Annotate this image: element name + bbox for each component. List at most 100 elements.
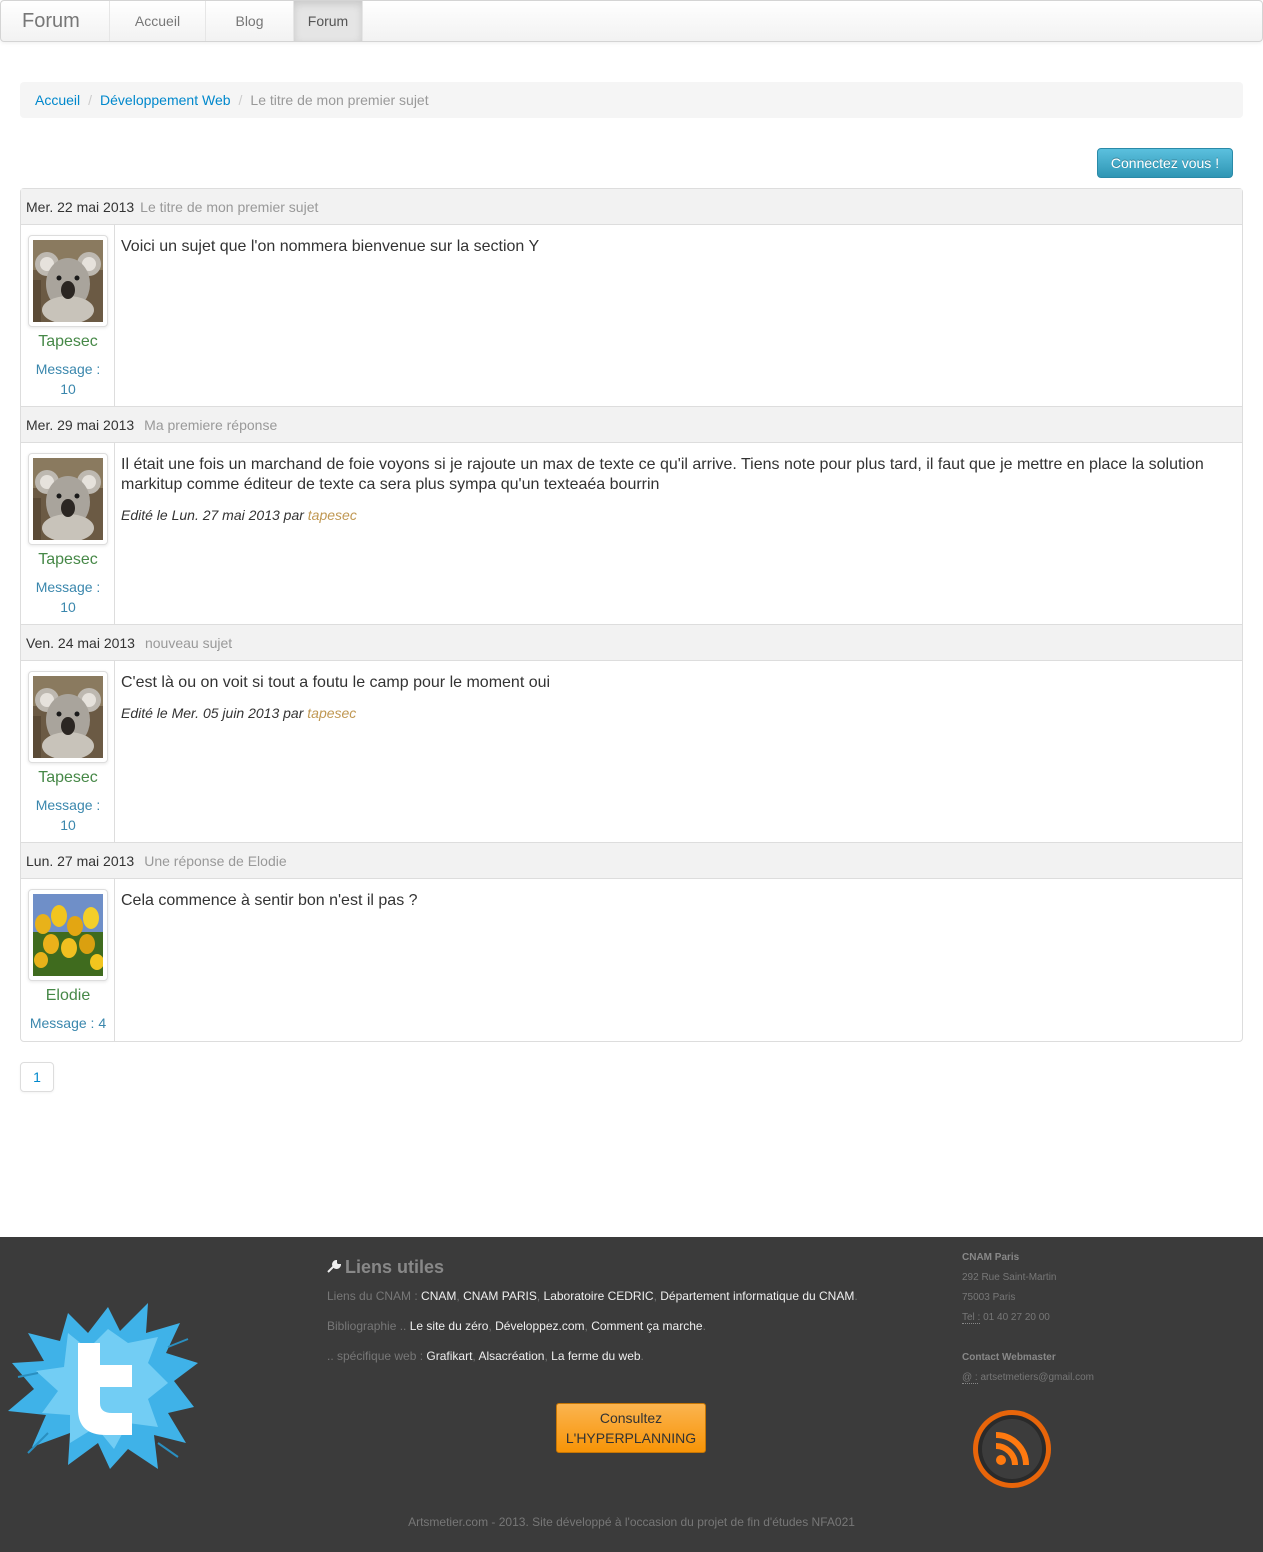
author-column: Tapesec Message : 10 bbox=[21, 443, 115, 624]
posts-table: Mer. 22 mai 2013 Le titre de mon premier … bbox=[20, 188, 1243, 1042]
koala-avatar-icon bbox=[33, 676, 103, 758]
nav-accueil[interactable]: Accueil bbox=[109, 1, 205, 41]
links-line-web: .. spécifique web : Grafikart, Alsacréat… bbox=[327, 1349, 644, 1363]
contact-city: 75003 Paris bbox=[962, 1292, 1016, 1303]
post-text: Cela commence à sentir bon n'est il pas … bbox=[121, 892, 418, 909]
edited-note: Edité le Mer. 05 juin 2013 par tapesec bbox=[121, 703, 1234, 723]
author-name[interactable]: Elodie bbox=[21, 987, 115, 1005]
nav-blog[interactable]: Blog bbox=[205, 1, 293, 41]
message-count: Message : 10 bbox=[27, 577, 109, 617]
email-link[interactable]: artsetmetiers@gmail.com bbox=[981, 1372, 1095, 1383]
link-cnam-paris[interactable]: CNAM PARIS bbox=[463, 1289, 537, 1303]
message-label: Message : bbox=[35, 361, 101, 377]
post-date: Mer. 22 mai 2013 bbox=[26, 199, 135, 215]
wrench-icon bbox=[327, 1259, 342, 1273]
avatar[interactable] bbox=[28, 235, 108, 327]
tel-label: Tel : bbox=[962, 1312, 981, 1324]
message-label: Message : bbox=[35, 579, 101, 595]
message-label: Message : bbox=[35, 797, 101, 813]
message-number: 10 bbox=[60, 817, 76, 833]
link-cnam[interactable]: CNAM bbox=[421, 1289, 456, 1303]
links-suffix: . bbox=[702, 1319, 706, 1333]
link-site-du-zero[interactable]: Le site du zéro bbox=[410, 1319, 489, 1333]
author-column: Tapesec Message : 10 bbox=[21, 661, 115, 842]
post-title: Le titre de mon premier sujet bbox=[140, 199, 319, 215]
avatar[interactable] bbox=[28, 671, 108, 763]
post-content: C'est là ou on voit si tout a foutu le c… bbox=[121, 673, 1234, 723]
hyperplanning-line2: L'HYPERPLANNING bbox=[565, 1430, 697, 1446]
post-title: nouveau sujet bbox=[144, 635, 233, 651]
contact-webmaster-title: Contact Webmaster bbox=[962, 1352, 1056, 1363]
link-grafikart[interactable]: Grafikart bbox=[426, 1349, 472, 1363]
link-alsacreation[interactable]: Alsacréation bbox=[478, 1349, 544, 1363]
links-suffix: . bbox=[854, 1289, 858, 1303]
contact-tel: Tel : 01 40 27 20 00 bbox=[962, 1312, 1050, 1324]
links-prefix: Liens du CNAM : bbox=[327, 1289, 418, 1303]
link-developpez[interactable]: Développez.com bbox=[495, 1319, 584, 1333]
post-body: Tapesec Message : 10 Il était une fois u… bbox=[21, 443, 1242, 625]
twitter-logo[interactable] bbox=[8, 1303, 198, 1469]
post-header: Lun. 27 mai 2013 Une réponse de Elodie bbox=[21, 843, 1242, 879]
hyperplanning-line1: Consultez bbox=[599, 1410, 663, 1426]
koala-avatar-icon bbox=[33, 458, 103, 540]
author-name[interactable]: Tapesec bbox=[21, 769, 115, 787]
author-column: Tapesec Message : 10 bbox=[21, 225, 115, 406]
author-column: Elodie Message : 4 bbox=[21, 879, 115, 1041]
link-cedric[interactable]: Laboratoire CEDRIC bbox=[544, 1289, 654, 1303]
nav-forum[interactable]: Forum bbox=[293, 1, 363, 41]
message-count: Message : 10 bbox=[27, 359, 109, 399]
author-name[interactable]: Tapesec bbox=[21, 551, 115, 569]
post-title: Ma premiere réponse bbox=[144, 417, 278, 433]
message-number: 4 bbox=[98, 1015, 107, 1031]
copyright: Artsmetier.com - 2013. Site développé à … bbox=[408, 1515, 855, 1529]
message-number: 10 bbox=[60, 381, 76, 397]
edited-prefix: Edité le Lun. 27 mai 2013 par bbox=[121, 507, 304, 523]
post-title: Une réponse de Elodie bbox=[144, 853, 287, 869]
post-header: Ven. 24 mai 2013 nouveau sujet bbox=[21, 625, 1242, 661]
editor-link[interactable]: tapesec bbox=[307, 705, 356, 721]
avatar[interactable] bbox=[28, 889, 108, 981]
message-count: Message : 10 bbox=[27, 795, 109, 835]
koala-avatar-icon bbox=[33, 240, 103, 322]
contact-org: CNAM Paris bbox=[962, 1252, 1020, 1263]
post-header: Mer. 29 mai 2013 Ma premiere réponse bbox=[21, 407, 1242, 443]
links-prefix: Bibliographie .. bbox=[327, 1319, 407, 1333]
contact-street: 292 Rue Saint-Martin bbox=[962, 1272, 1057, 1283]
link-comment-ca-marche[interactable]: Comment ça marche bbox=[591, 1319, 702, 1333]
links-title: Liens utiles bbox=[327, 1257, 444, 1278]
links-suffix: . bbox=[640, 1349, 644, 1363]
brand[interactable]: Forum bbox=[22, 10, 80, 33]
breadcrumb: Accueil / Développement Web / Le titre de mo… bbox=[20, 82, 1243, 118]
links-prefix: .. spécifique web : bbox=[327, 1349, 424, 1363]
login-button[interactable]: Connectez vous ! bbox=[1097, 148, 1233, 178]
post-text: C'est là ou on voit si tout a foutu le c… bbox=[121, 674, 551, 691]
edited-note: Edité le Lun. 27 mai 2013 par tapesec bbox=[121, 505, 1234, 525]
post-body: Tapesec Message : 10 C'est là ou on voit… bbox=[21, 661, 1242, 843]
link-ferme-du-web[interactable]: La ferme du web bbox=[551, 1349, 640, 1363]
email-label: @ : bbox=[962, 1372, 978, 1384]
contact-email: @ : artsetmetiers@gmail.com bbox=[962, 1372, 1095, 1384]
post-date: Lun. 27 mai 2013 bbox=[26, 853, 135, 869]
avatar[interactable] bbox=[28, 453, 108, 545]
post-date: Ven. 24 mai 2013 bbox=[26, 635, 135, 651]
top-navbar: Forum Accueil Blog Forum bbox=[0, 0, 1263, 42]
links-line-cnam: Liens du CNAM : CNAM, CNAM PARIS, Labora… bbox=[327, 1289, 858, 1303]
editor-link[interactable]: tapesec bbox=[308, 507, 357, 523]
author-name[interactable]: Tapesec bbox=[21, 333, 115, 351]
post-text: Il était une fois un marchand de foie vo… bbox=[121, 456, 1204, 493]
post-date: Mer. 29 mai 2013 bbox=[26, 417, 135, 433]
breadcrumb-current: Le titre de mon premier sujet bbox=[250, 92, 429, 108]
post-body: Elodie Message : 4 Cela commence à senti… bbox=[21, 879, 1242, 1041]
rss-icon[interactable] bbox=[972, 1409, 1052, 1489]
post-content: Il était une fois un marchand de foie vo… bbox=[121, 455, 1234, 525]
breadcrumb-dev-web[interactable]: Développement Web bbox=[100, 92, 230, 108]
link-dept-info[interactable]: Département informatique du CNAM bbox=[660, 1289, 854, 1303]
hyperplanning-button[interactable]: Consultez L'HYPERPLANNING bbox=[556, 1403, 706, 1453]
edited-prefix: Edité le Mer. 05 juin 2013 par bbox=[121, 705, 304, 721]
pagination-page-1[interactable]: 1 bbox=[20, 1062, 54, 1092]
post-header: Mer. 22 mai 2013 Le titre de mon premier … bbox=[21, 189, 1242, 225]
links-title-text: Liens utiles bbox=[345, 1257, 445, 1277]
breadcrumb-accueil[interactable]: Accueil bbox=[35, 92, 80, 108]
links-line-biblio: Bibliographie .. Le site du zéro, Dévelo… bbox=[327, 1319, 706, 1333]
breadcrumb-separator: / bbox=[88, 92, 93, 108]
